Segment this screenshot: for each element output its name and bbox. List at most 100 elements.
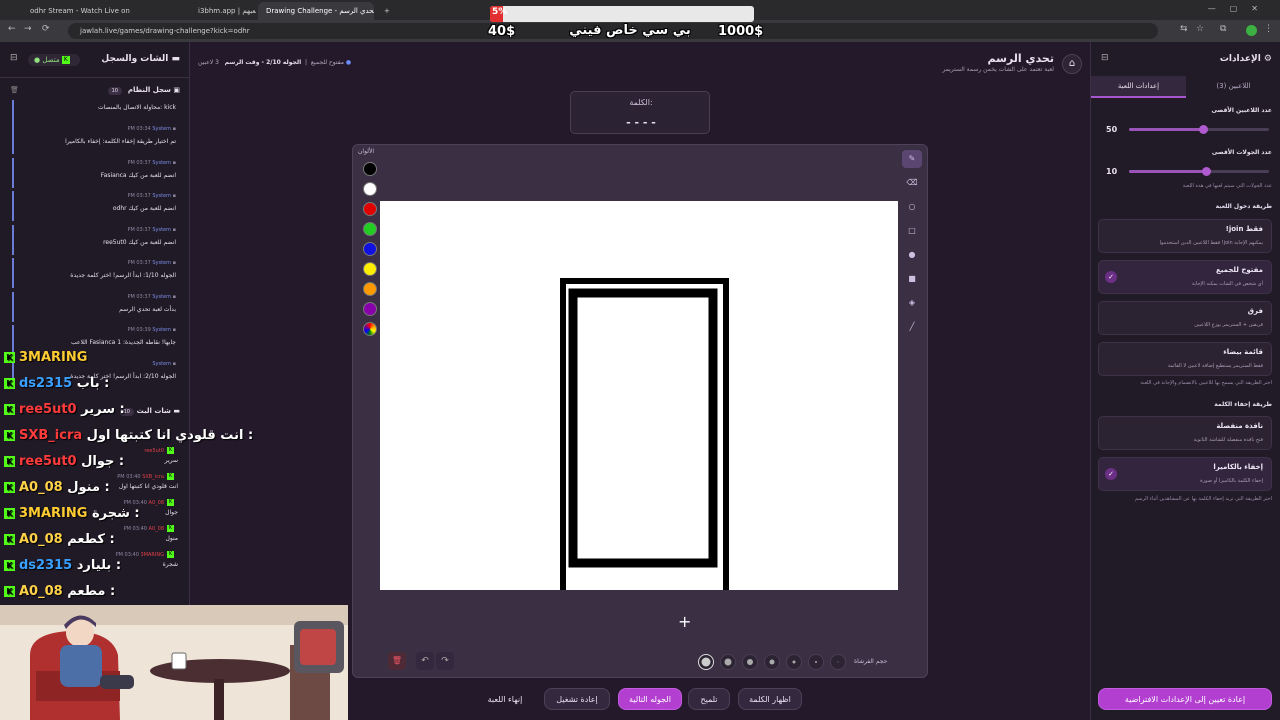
log-message: odhr انضم للعبة من كيك [112,205,176,212]
browser-tab[interactable]: odhr Stream - Watch Live on K✕ [22,2,132,20]
fill-bucket-icon[interactable]: ◈ [902,294,922,312]
profile-avatar[interactable] [1246,25,1257,36]
filled-rectangle-tool-icon[interactable]: ■ [902,270,922,288]
system-log-item: PM 03:37 System ▪ Fasianca انضم للعبة من … [12,157,182,188]
stream-chat-line: K SXB_icra انت قلودي انا كتبتها اول : [4,428,253,448]
next-round-button[interactable]: الجوله التالية [618,688,682,710]
max-rounds-slider[interactable] [1129,167,1269,176]
tab-players[interactable]: اللاعبين (3) [1186,76,1280,98]
option-title: قائمة بيضاء [1223,348,1263,356]
option-title: فرق [1247,307,1263,315]
line-tool-icon[interactable]: ╱ [902,318,922,336]
goal-current-amount: 40$ [488,24,516,39]
option-description: فقط الستريمر يستطيع إضافة لاعبين لا القا… [1167,363,1263,369]
tab-game-settings[interactable]: إعدادات اللعبة [1091,76,1186,98]
option-title: مفتوح للجميع [1216,266,1263,274]
custom-color-picker[interactable] [363,322,377,336]
brush-size-option[interactable] [720,654,736,670]
reload-icon[interactable]: ⟳ [42,24,50,34]
brush-size-option[interactable] [764,654,780,670]
tab-title: odhr Stream - Watch Live on K [30,7,132,15]
option-card[interactable]: !join فقط فقط اللاعبين الذين استخدموا !jo… [1098,219,1272,253]
option-card[interactable]: قائمة بيضاء فقط الستريمر يستطيع إضافة لاع… [1098,342,1272,376]
pen-icon[interactable]: ✎ [902,150,922,168]
option-card[interactable]: نافذة منفصلة فتح نافذة منفصلة للشاشة الثا… [1098,416,1272,450]
tab-title: Drawing Challenge - تحدي الرسم [266,7,374,15]
color-swatch[interactable] [363,302,377,316]
stream-chat-title: شات البث ▬ [136,407,180,415]
brush-size-option[interactable] [698,654,714,670]
stream-chat-text: مطعم : [67,584,116,599]
collapse-panel-icon[interactable]: ⊟ [10,53,18,63]
color-swatch[interactable] [363,182,377,196]
color-swatch[interactable] [363,222,377,236]
forward-icon[interactable]: → [24,24,32,34]
back-icon[interactable]: ← [8,24,16,34]
slider-handle[interactable] [1202,167,1211,176]
log-meta: PM 03:37 System ▪ [127,260,176,266]
chat-text: جوال [165,509,178,516]
browser-tab-active[interactable]: Drawing Challenge - تحدي الرسم✕ [258,2,374,20]
option-card[interactable]: إخفاء بالكاميرا إخفاء الكلمة بالكاميرا أو… [1098,457,1272,491]
trash-icon[interactable]: 🗑 [10,86,19,94]
kick-icon: K [4,378,15,389]
browser-tab[interactable] [136,2,186,20]
color-swatch[interactable] [363,202,377,216]
end-game-button[interactable]: إنهاء اللعبة [480,688,530,710]
rectangle-tool-icon[interactable]: □ [902,222,922,240]
max-players-slider[interactable] [1129,125,1269,134]
word-hint: - - - - [626,116,656,129]
system-log-header[interactable]: سجل النظام ▣ 10 🗑 [0,84,190,98]
home-button[interactable]: ⌂ [1062,54,1082,74]
browser-tab[interactable]: i3bhm.app | لعبهم✕ [190,2,256,20]
chat-user: ree5ut0 [144,448,164,454]
redo-icon[interactable]: ↷ [436,652,454,670]
brush-size-option[interactable] [786,654,802,670]
filled-circle-tool-icon[interactable]: ● [902,246,922,264]
restart-button[interactable]: إعادة تشغيل [544,688,610,710]
extensions-icon[interactable]: ⧉ [1220,24,1226,34]
star-icon[interactable]: ☆ [1196,24,1204,34]
option-card[interactable]: فرق فريقين + الستريمر يوزع اللاعبين [1098,301,1272,335]
option-description: فقط اللاعبين الذين استخدموا !join يمكنهم… [1159,240,1263,246]
brush-size-option[interactable] [830,654,846,670]
players-status: 3 لاعبين [198,59,219,66]
clear-canvas-icon[interactable]: 🗑 [388,652,406,670]
color-swatch[interactable] [363,262,377,276]
reveal-word-button[interactable]: اظهار الكلمة [738,688,802,710]
circle-tool-icon[interactable]: ○ [902,198,922,216]
undo-icon[interactable]: ↶ [416,652,434,670]
color-swatch[interactable] [363,162,377,176]
log-time: PM 03:37 [127,193,151,199]
log-time: PM 03:37 [127,226,151,233]
stream-chat-line: Kree5ut0 جوال : [4,454,124,474]
stream-chat-text: كطعم : [67,532,115,547]
page-subtitle: لعبة تعتمد على الشات يخمن رسمة الستريمر [942,66,1054,73]
log-meta: PM 03:37 System ▪ [127,293,176,300]
color-swatch[interactable] [363,282,377,296]
chat-text: شجرة [162,561,178,568]
reset-settings-button[interactable]: إعادة تعيين إلى الإعدادات الافتراضية [1098,688,1272,710]
brush-size-option[interactable] [808,654,824,670]
eraser-icon[interactable]: ⌫ [902,174,922,192]
hint-button[interactable]: تلميح [688,688,730,710]
new-tab-button[interactable]: + [376,2,392,20]
system-log-item: PM 03:34 System ▪ تم اختيار طريقة إخفاء ا… [12,124,182,154]
collapse-settings-icon[interactable]: ⊟ [1101,53,1109,63]
chat-time: PM 03:40 [123,526,147,532]
check-icon: ✓ [1105,271,1117,283]
webcam-illustration [0,605,348,720]
translate-icon[interactable]: ⇆ [1180,24,1188,34]
window-controls[interactable]: —▢✕ [1208,4,1272,13]
slider-handle[interactable] [1199,125,1209,134]
option-card[interactable]: مفتوح للجميع أي شخص في الشات يمكنه الإجاب… [1098,260,1272,294]
stream-chat-line: K A0_08 كطعم : [4,532,115,552]
brush-size-label: حجم الفرشاة [854,658,888,665]
menu-icon[interactable]: ⋮ [1264,24,1273,34]
color-swatch[interactable] [363,242,377,256]
chat-meta: ree5ut0 K [144,447,178,454]
drawing-canvas[interactable] [380,201,898,599]
brush-size-option[interactable] [742,654,758,670]
kick-icon: K [4,560,15,571]
stream-chat-line: K 3MARING [4,350,87,370]
